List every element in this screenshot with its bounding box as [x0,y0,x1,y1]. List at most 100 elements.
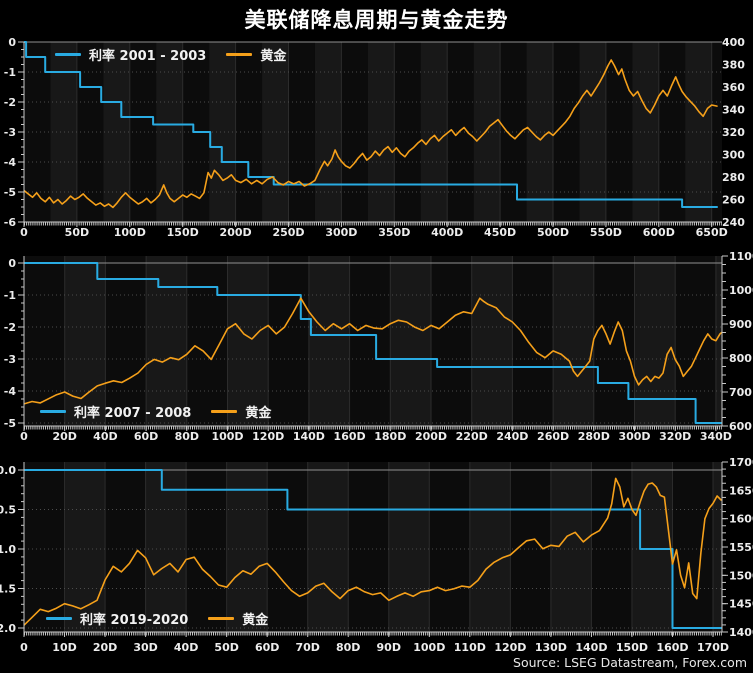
plot-band [510,462,551,632]
plot-band [341,42,367,222]
svg-text:70D: 70D [295,641,319,654]
rate-legend-label: 利率 2019-2020 [80,609,188,628]
svg-text:60D: 60D [255,641,279,654]
svg-text:1100: 1100 [729,250,753,263]
svg-text:100D: 100D [413,641,445,654]
svg-text:0: 0 [20,430,28,443]
plot-band [472,256,513,426]
svg-text:-6: -6 [4,216,17,229]
svg-text:1000: 1000 [729,284,753,297]
svg-text:-4: -4 [4,385,17,398]
svg-text:90D: 90D [377,641,401,654]
legend-panel-2019-2020: 利率 2019-2020 黄金 [46,610,268,626]
svg-text:300: 300 [722,149,745,162]
legend-item-gold: 黄金 [208,609,268,628]
svg-text:0: 0 [8,36,16,49]
plot-band [24,42,50,222]
plot-band [186,462,227,632]
svg-text:-1: -1 [4,66,16,79]
svg-text:110D: 110D [454,641,486,654]
svg-text:170D: 170D [697,641,729,654]
svg-text:200D: 200D [415,430,447,443]
svg-text:10D: 10D [52,641,76,654]
plot-band [551,462,592,632]
svg-text:340D: 340D [700,430,732,443]
svg-text:380: 380 [722,59,745,72]
legend-panel-2007-2008: 利率 2007 - 2008 黄金 [40,403,271,419]
svg-text:60D: 60D [134,430,158,443]
svg-text:200D: 200D [220,226,252,239]
svg-text:260D: 260D [537,430,569,443]
svg-text:50D: 50D [65,226,89,239]
svg-text:700: 700 [729,386,752,399]
svg-text:150D: 150D [616,641,648,654]
svg-text:140D: 140D [575,641,607,654]
svg-text:320: 320 [722,126,745,139]
svg-text:350D: 350D [378,226,410,239]
gold-legend-label: 黄金 [245,402,271,421]
svg-text:340: 340 [722,104,745,117]
plot-band [470,462,511,632]
svg-text:-2: -2 [4,321,16,334]
svg-text:450D: 450D [484,226,516,239]
plot-band [308,462,349,632]
svg-text:120D: 120D [252,430,284,443]
plot-band [512,256,553,426]
svg-text:360: 360 [722,81,745,94]
svg-text:1450: 1450 [729,598,753,611]
plot-band [105,462,146,632]
svg-text:900: 900 [729,318,752,331]
legend-item-rate: 利率 2019-2020 [46,609,188,628]
svg-text:0: 0 [8,257,16,270]
rate-legend-label: 利率 2007 - 2008 [74,402,191,421]
svg-text:1400: 1400 [729,626,753,639]
plot-band [431,256,472,426]
svg-text:160D: 160D [656,641,688,654]
legend-item-gold: 黄金 [226,45,286,64]
svg-text:0.0: 0.0 [0,464,16,477]
svg-text:100D: 100D [211,430,243,443]
plot-band [268,256,309,426]
plot-band [429,462,470,632]
plot-band [209,42,235,222]
rate-line-swatch [46,617,72,620]
plot-band [350,256,391,426]
svg-text:400D: 400D [431,226,463,239]
legend-item-gold: 黄金 [211,402,271,421]
svg-text:1650: 1650 [729,484,753,497]
plot-band [672,462,713,632]
plot-band [309,256,350,426]
svg-text:40D: 40D [93,430,117,443]
legend-item-rate: 利率 2007 - 2008 [40,402,191,421]
svg-text:-3: -3 [4,353,16,366]
plot-band [553,256,594,426]
plot-band [635,256,676,426]
svg-text:160D: 160D [334,430,366,443]
svg-text:30D: 30D [133,641,157,654]
svg-text:130D: 130D [535,641,567,654]
svg-text:600D: 600D [643,226,675,239]
gold-line-swatch [211,410,237,413]
svg-text:-4: -4 [4,156,17,169]
plot-band [146,256,187,426]
plot-band [228,256,269,426]
svg-text:40D: 40D [174,641,198,654]
gold-line-swatch [208,617,234,620]
gold-legend-label: 黄金 [242,609,268,628]
svg-text:-5: -5 [4,186,16,199]
svg-text:300D: 300D [325,226,357,239]
svg-text:250D: 250D [272,226,304,239]
svg-text:-5: -5 [4,417,16,430]
svg-text:80D: 80D [336,641,360,654]
svg-text:320D: 320D [659,430,691,443]
svg-text:240: 240 [722,216,745,229]
plot-band [65,256,106,426]
plot-band [105,256,146,426]
svg-text:280D: 280D [578,430,610,443]
plot-band [146,462,187,632]
svg-text:0: 0 [20,226,28,239]
plot-band [389,462,430,632]
source-credit: Source: LSEG Datastream, Forex.com [513,655,747,670]
svg-text:1500: 1500 [729,569,753,582]
svg-text:120D: 120D [494,641,526,654]
